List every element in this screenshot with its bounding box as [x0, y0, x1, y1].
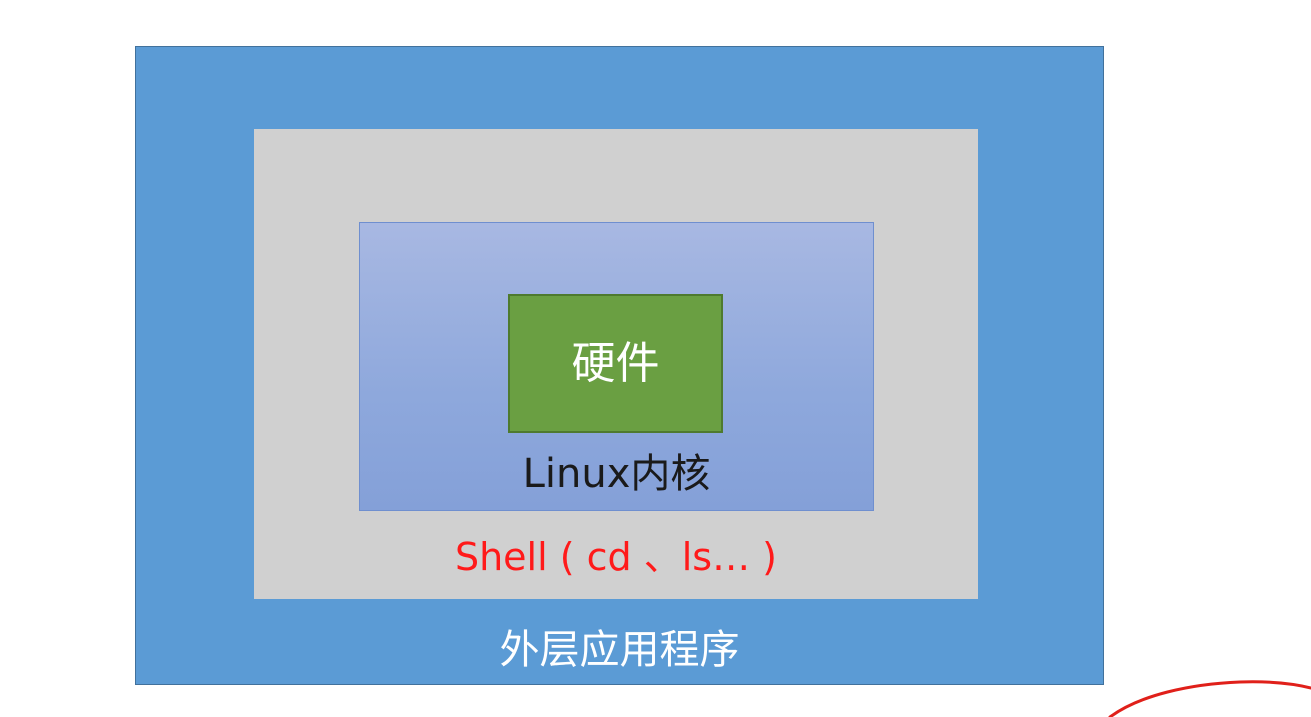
red-annotation-stroke: [1108, 680, 1311, 717]
hardware-label: 硬件: [571, 338, 660, 389]
linux-kernel-label: Linux内核: [522, 451, 711, 497]
cropped-slide-text: [0, 0, 1311, 14]
annotation-arc: [1108, 680, 1311, 717]
shell-label: Shell ( cd 、ls… ): [454, 535, 778, 579]
outer-application-label: 外层应用程序: [499, 627, 740, 673]
